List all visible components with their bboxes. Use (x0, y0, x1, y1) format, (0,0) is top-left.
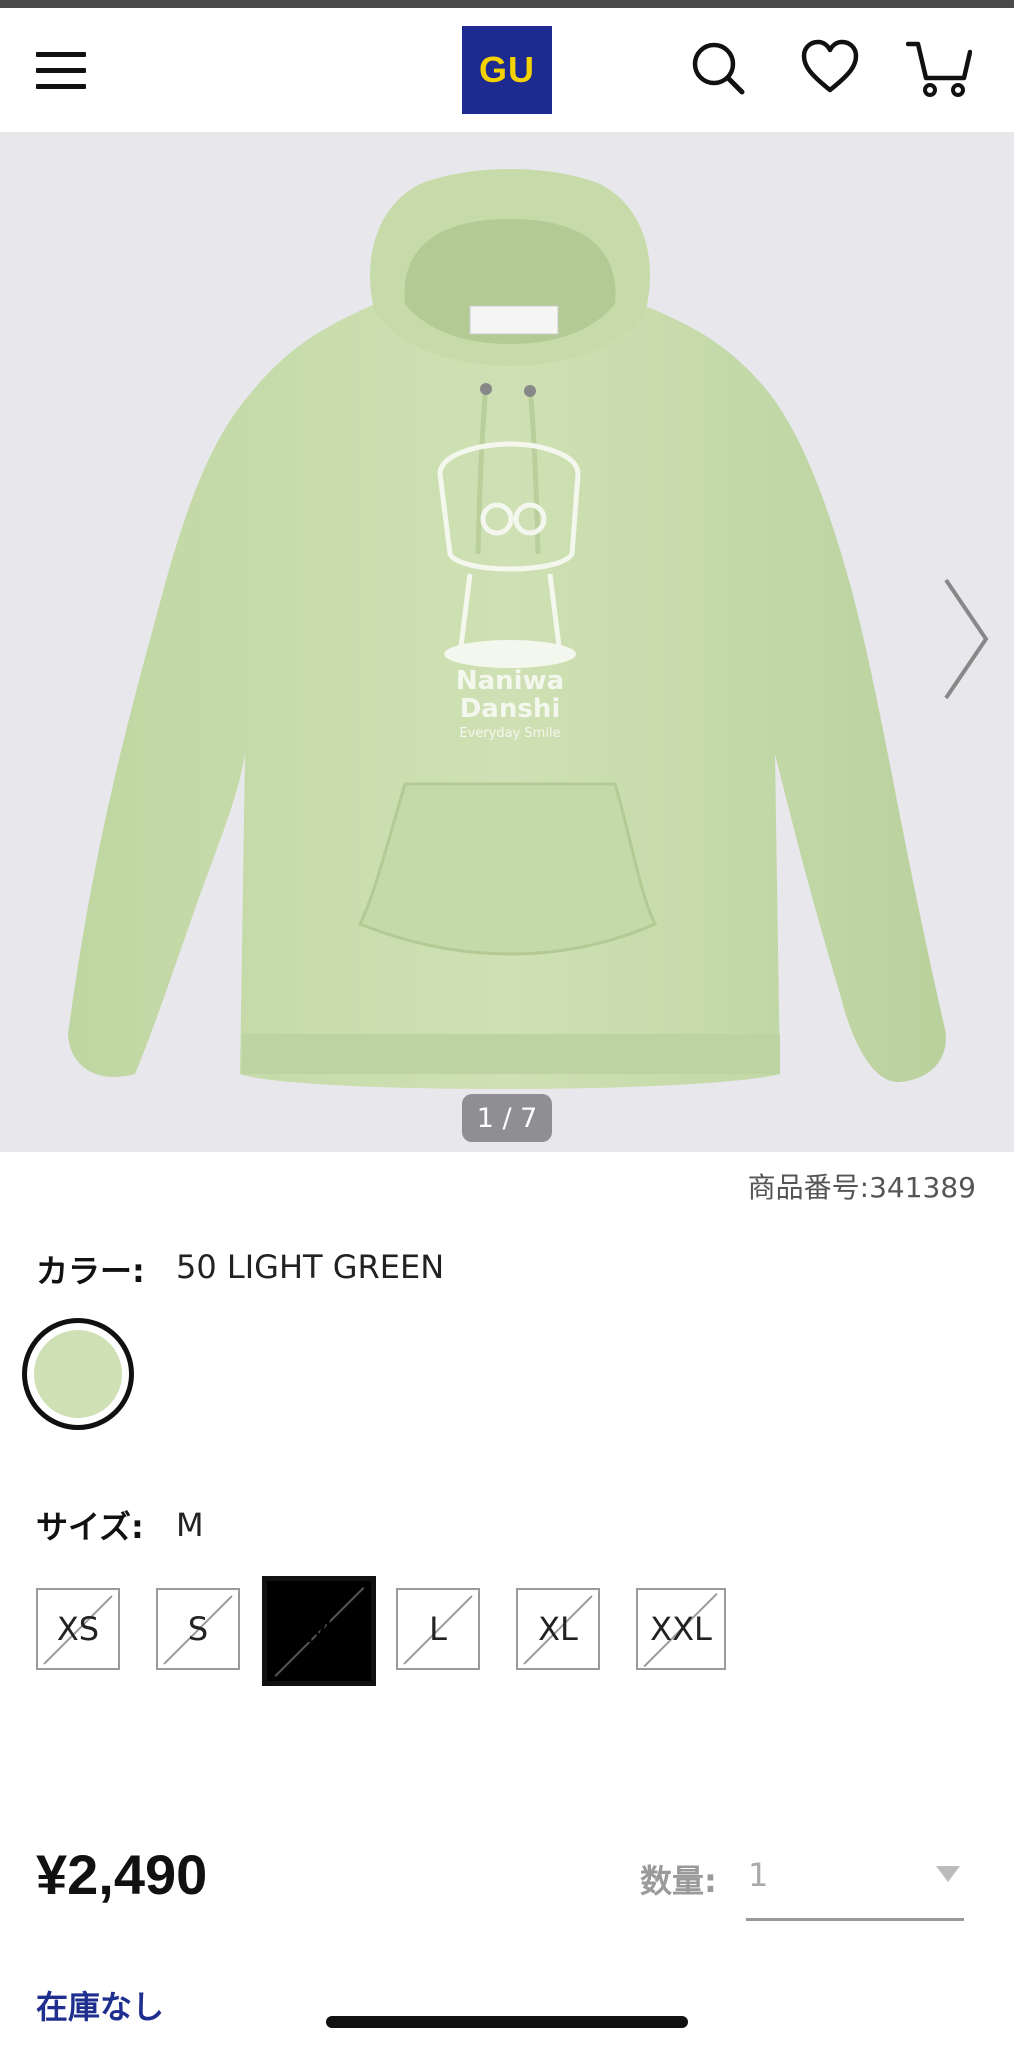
size-option-label: M (305, 1612, 333, 1650)
size-option-label: S (187, 1610, 209, 1648)
swatch-fill (34, 1330, 122, 1418)
hamburger-menu-icon[interactable] (36, 48, 88, 94)
svg-text:Everyday Smile: Everyday Smile (459, 726, 560, 741)
quantity-label: 数量: (640, 1862, 717, 1900)
color-value: 50 LIGHT GREEN (176, 1248, 445, 1286)
size-option-label: XS (56, 1610, 100, 1648)
product-price: ¥2,490 (36, 1843, 208, 1906)
gu-logo[interactable]: GU (462, 26, 552, 114)
product-image-gallery[interactable]: Naniwa Danshi Everyday Smile 1 / 7 (0, 134, 1014, 1152)
svg-text:Naniwa: Naniwa (456, 666, 564, 696)
size-option-l[interactable]: L (396, 1588, 480, 1670)
product-image-hoodie: Naniwa Danshi Everyday Smile (68, 169, 946, 1089)
size-option-xl[interactable]: XL (516, 1588, 600, 1670)
color-label: カラー: (36, 1252, 145, 1290)
size-option-s[interactable]: S (156, 1588, 240, 1670)
product-number: 商品番号:341389 (747, 1171, 976, 1204)
quantity-value: 1 (748, 1856, 769, 1894)
heart-icon[interactable] (800, 38, 860, 98)
site-header: GU (0, 8, 1014, 134)
stock-status: 在庫なし (36, 1988, 165, 2026)
size-option-xs[interactable]: XS (36, 1588, 120, 1670)
color-swatch-light-green[interactable] (22, 1318, 134, 1430)
size-option-label: XL (538, 1610, 578, 1648)
svg-text:Danshi: Danshi (460, 694, 561, 724)
dropdown-caret-icon (936, 1866, 960, 1882)
size-option-label: L (429, 1610, 447, 1648)
size-label: サイズ: (36, 1508, 144, 1546)
home-indicator[interactable] (326, 2016, 688, 2028)
size-option-label: XXL (650, 1610, 712, 1648)
logo-text: GU (479, 49, 535, 90)
size-value: M (176, 1506, 204, 1544)
quantity-select[interactable]: 1 (746, 1846, 964, 1921)
top-status-line (0, 0, 1014, 8)
size-option-xxl[interactable]: XXL (636, 1588, 726, 1670)
cart-icon[interactable] (905, 38, 973, 98)
image-counter: 1 / 7 (462, 1094, 552, 1142)
chevron-right-icon[interactable] (940, 574, 992, 704)
size-option-m[interactable]: M (262, 1576, 376, 1686)
search-icon[interactable] (688, 38, 748, 98)
